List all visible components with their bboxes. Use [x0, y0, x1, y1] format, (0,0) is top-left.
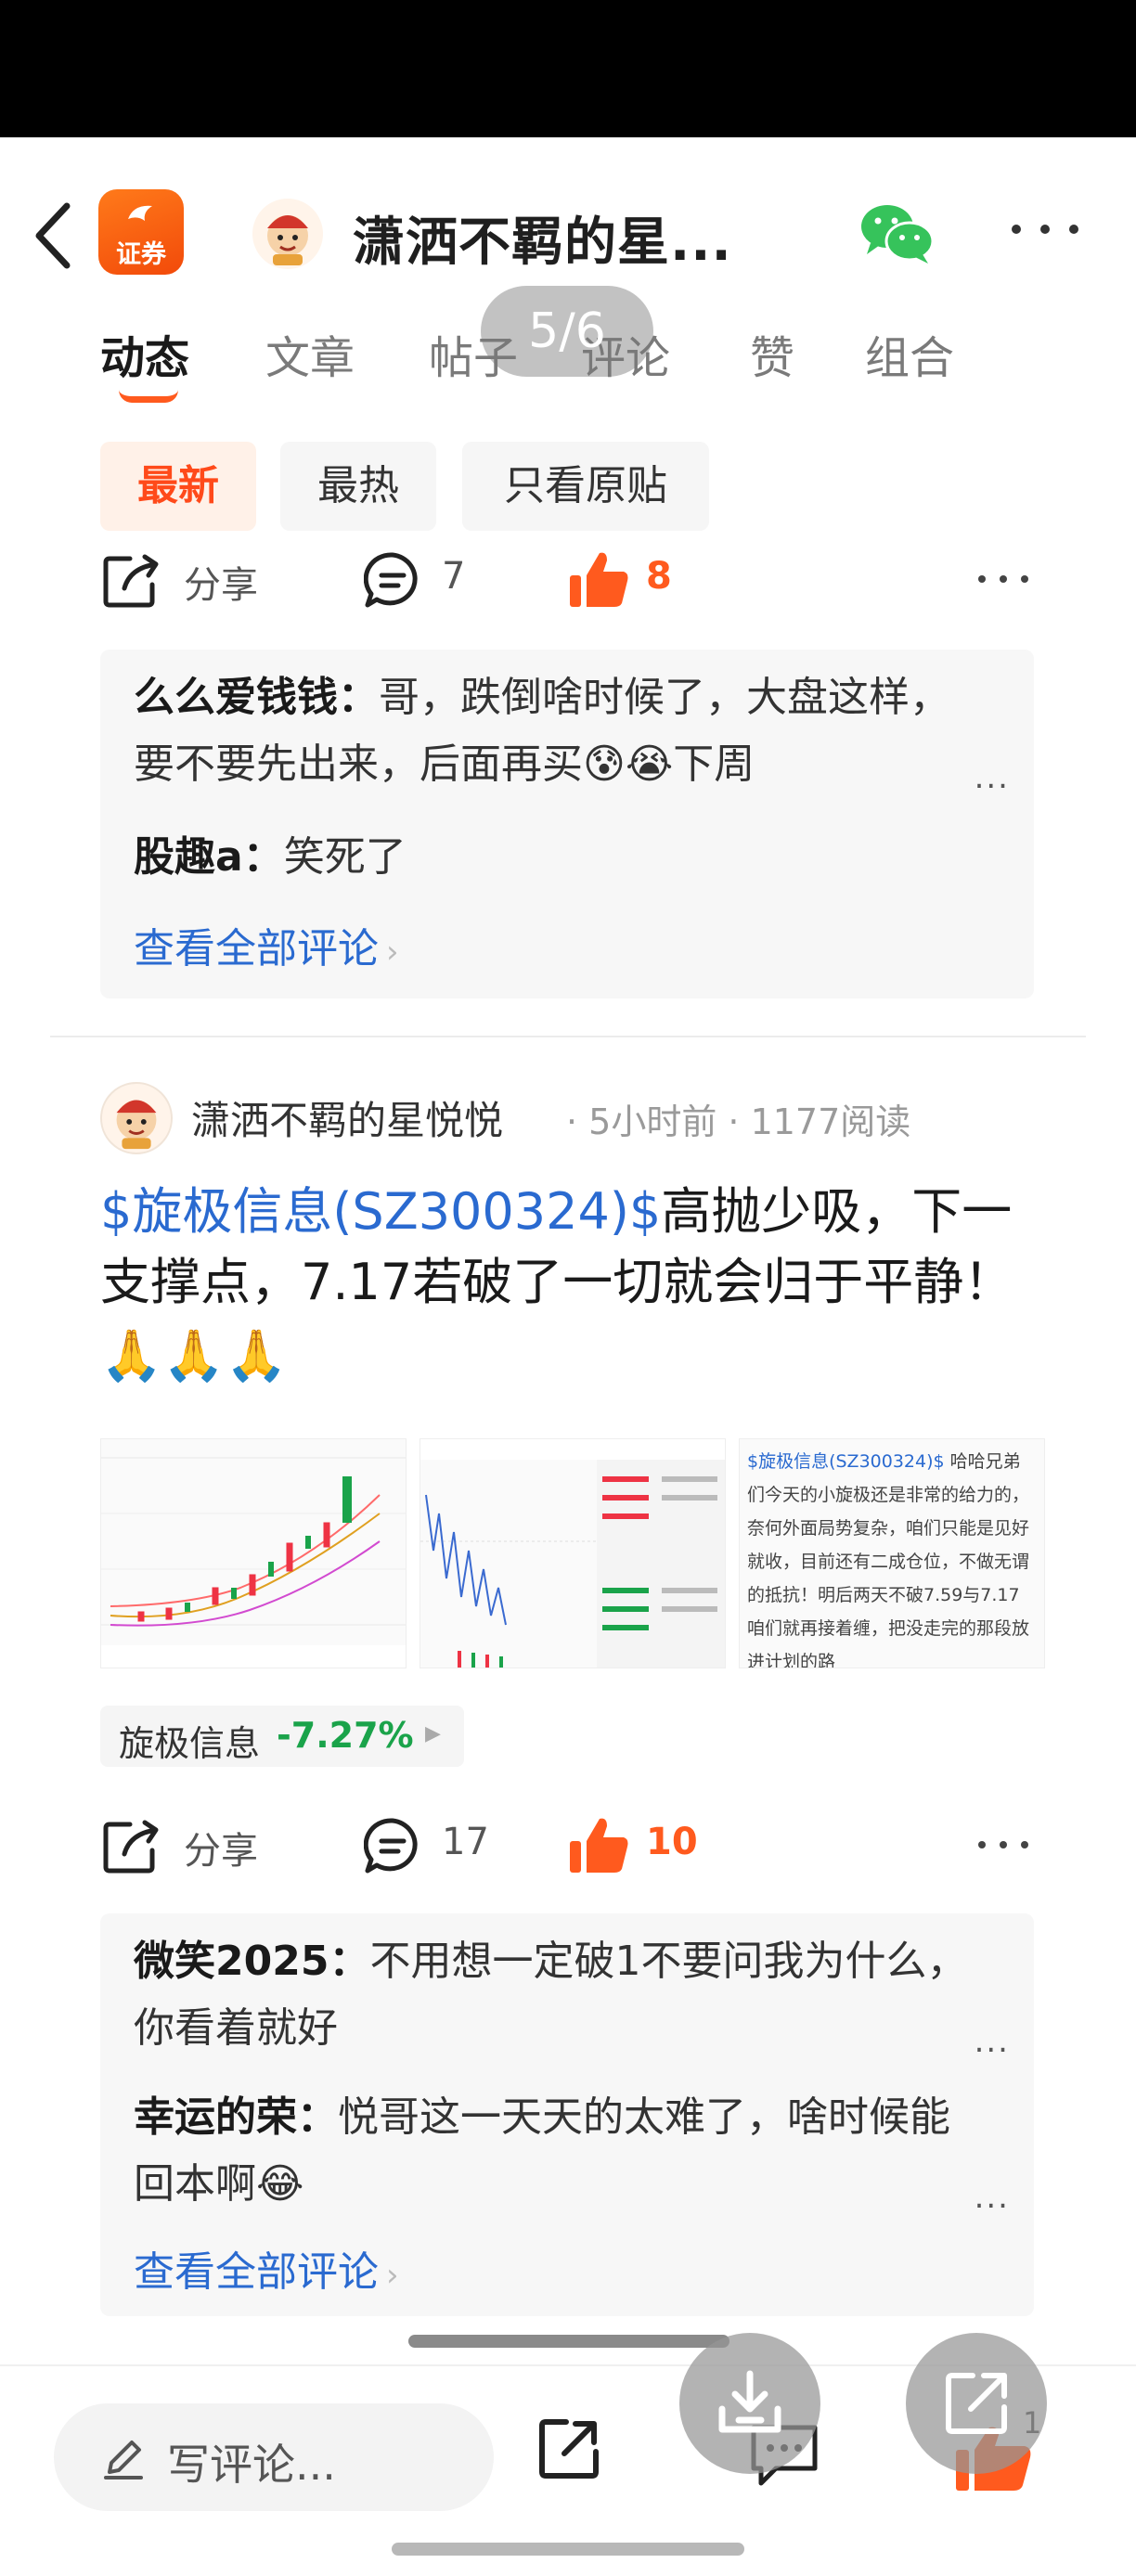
comment-item[interactable]: 么么爱钱钱：哥，跌倒啥时候了，大盘这样，要不要先出来，后面再买😰😭下周 [134, 664, 978, 798]
download-icon [718, 2370, 781, 2433]
mascot-avatar-icon [267, 215, 308, 265]
intraday-chart-thumbnail [420, 1439, 725, 1668]
page-title: 潇洒不羁的星... [353, 213, 732, 273]
chevron-right-icon: › [386, 2257, 399, 2294]
tab-dynamic[interactable]: 动态 [100, 321, 189, 386]
share-icon[interactable] [102, 553, 163, 609]
kline-chart-thumbnail [101, 1439, 406, 1668]
active-tab-indicator [119, 390, 178, 403]
image-snippet-body: 哈哈兄弟们今天的小旋极还是非常的给力的，奈何外面局势复杂，咱们只能是见好就收，目… [747, 1451, 1030, 1668]
comment-icon[interactable] [364, 551, 421, 609]
comment-item[interactable]: 股趣a：笑死了 [134, 824, 978, 891]
post-more-button[interactable] [978, 575, 1028, 586]
see-all-label: 查看全部评论 [134, 2248, 379, 2296]
home-indicator [392, 2543, 744, 2556]
download-button[interactable] [679, 2333, 820, 2474]
back-button[interactable] [28, 199, 80, 273]
chevron-left-icon [35, 202, 71, 269]
post-author-name[interactable]: 潇洒不羁的星悦悦 [191, 1089, 503, 1146]
stock-change: -7.27% [277, 1715, 414, 1756]
more-horizontal-icon [978, 575, 986, 583]
comment-count: 7 [442, 555, 466, 598]
pen-icon [104, 2441, 143, 2479]
status-bar [0, 0, 1136, 137]
tab-articles[interactable]: 文章 [265, 321, 355, 386]
post-image-intraday-chart[interactable] [420, 1438, 726, 1668]
more-horizontal-icon [978, 1841, 986, 1848]
see-all-comments-link[interactable]: 查看全部评论 › [134, 2238, 399, 2298]
share-icon[interactable] [536, 2416, 601, 2481]
more-options-button[interactable] [1012, 225, 1078, 247]
wechat-share-button[interactable] [858, 199, 936, 267]
comment-username[interactable]: 股趣a： [134, 833, 284, 881]
chevron-right-icon: › [386, 934, 399, 971]
comment-username[interactable]: 微笑2025： [134, 1938, 369, 1985]
post-author-avatar[interactable] [100, 1082, 173, 1154]
tab-likes[interactable]: 赞 [750, 321, 794, 386]
post-meta: · 5小时前 · 1177阅读 [566, 1101, 911, 1142]
comment-item[interactable]: 幸运的荣：悦哥这一天天的太难了，啥时候能回本啊😂 [134, 2084, 978, 2218]
comment-icon[interactable] [364, 1817, 421, 1874]
praying-hands-icons: 🙏🙏🙏 [100, 1326, 288, 1385]
post-image-grid: $旋极信息(SZ300324)$ 哈哈兄弟们今天的小旋极还是非常的给力的，奈何外… [100, 1438, 1045, 1668]
thumbs-up-icon[interactable] [568, 1813, 631, 1876]
post-image-text-snippet[interactable]: $旋极信息(SZ300324)$ 哈哈兄弟们今天的小旋极还是非常的给力的，奈何外… [739, 1438, 1045, 1668]
post-more-button[interactable] [978, 1841, 1028, 1852]
write-comment-input[interactable]: 写评论... [54, 2403, 494, 2511]
image-text-snippet: $旋极信息(SZ300324)$ 哈哈兄弟们今天的小旋极还是非常的给力的，奈何外… [747, 1445, 1037, 1668]
share-image-button[interactable] [906, 2333, 1047, 2474]
comment-username[interactable]: 幸运的荣： [134, 2093, 338, 2141]
filter-original-only[interactable]: 只看原贴 [462, 442, 709, 531]
post-divider [50, 1036, 1086, 1037]
post-action-bar: 分享 7 8 [0, 538, 1136, 622]
mascot-avatar-icon [116, 1100, 157, 1150]
app-logo-label: 证券 [116, 240, 166, 269]
app-logo[interactable]: 证券 [98, 189, 184, 275]
comment-item[interactable]: 微笑2025：不用想一定破1不要问我为什么，你看着就好 [134, 1928, 978, 2062]
thumbs-up-icon[interactable] [568, 547, 631, 611]
comment-preview-box: 微笑2025：不用想一定破1不要问我为什么，你看着就好 ... 幸运的荣：悦哥这… [100, 1913, 1034, 2316]
share-out-icon [946, 2373, 1007, 2434]
share-button-label[interactable]: 分享 [184, 1821, 258, 1874]
post-image-kline-chart[interactable] [100, 1438, 407, 1668]
share-button-label[interactable]: 分享 [184, 555, 258, 609]
more-horizontal-icon [1012, 225, 1021, 234]
like-count: 8 [646, 555, 672, 598]
write-comment-placeholder: 写评论... [167, 2440, 336, 2490]
stock-link[interactable]: $旋极信息(SZ300324)$ [100, 1182, 661, 1241]
image-stock-link: $旋极信息(SZ300324)$ [747, 1451, 945, 1472]
stock-name: 旋极信息 [119, 1723, 261, 1764]
caret-right-icon: ▶ [425, 1722, 441, 1745]
like-count: 10 [646, 1821, 698, 1863]
comment-more-button[interactable]: ... [975, 759, 1010, 796]
scroll-indicator [408, 2335, 729, 2348]
see-all-label: 查看全部评论 [134, 925, 379, 972]
stock-quote-chip[interactable]: 旋极信息 -7.27% ▶ [100, 1706, 464, 1767]
comment-more-button[interactable]: ... [975, 2023, 1010, 2060]
filter-hottest[interactable]: 最热 [280, 442, 436, 531]
image-page-indicator: 5/6 [481, 286, 653, 377]
logo-swirl-icon [128, 205, 152, 221]
wechat-icon [861, 205, 935, 264]
comment-text: 笑死了 [283, 833, 407, 881]
avatar[interactable] [252, 199, 323, 269]
comment-count: 17 [442, 1821, 489, 1863]
tab-portfolios[interactable]: 组合 [865, 321, 954, 386]
post-action-bar: 分享 17 10 [0, 1804, 1136, 1887]
comment-username[interactable]: 么么爱钱钱： [134, 674, 379, 721]
post-body[interactable]: $旋极信息(SZ300324)$高抛少吸，下一支撑点，7.17若破了一切就会归于… [100, 1177, 1056, 1391]
share-icon[interactable] [102, 1819, 163, 1874]
comment-preview-box: 么么爱钱钱：哥，跌倒啥时候了，大盘这样，要不要先出来，后面再买😰😭下周 ... … [100, 650, 1034, 998]
comment-more-button[interactable]: ... [975, 2179, 1010, 2216]
filter-latest[interactable]: 最新 [100, 442, 256, 531]
see-all-comments-link[interactable]: 查看全部评论 › [134, 915, 399, 974]
